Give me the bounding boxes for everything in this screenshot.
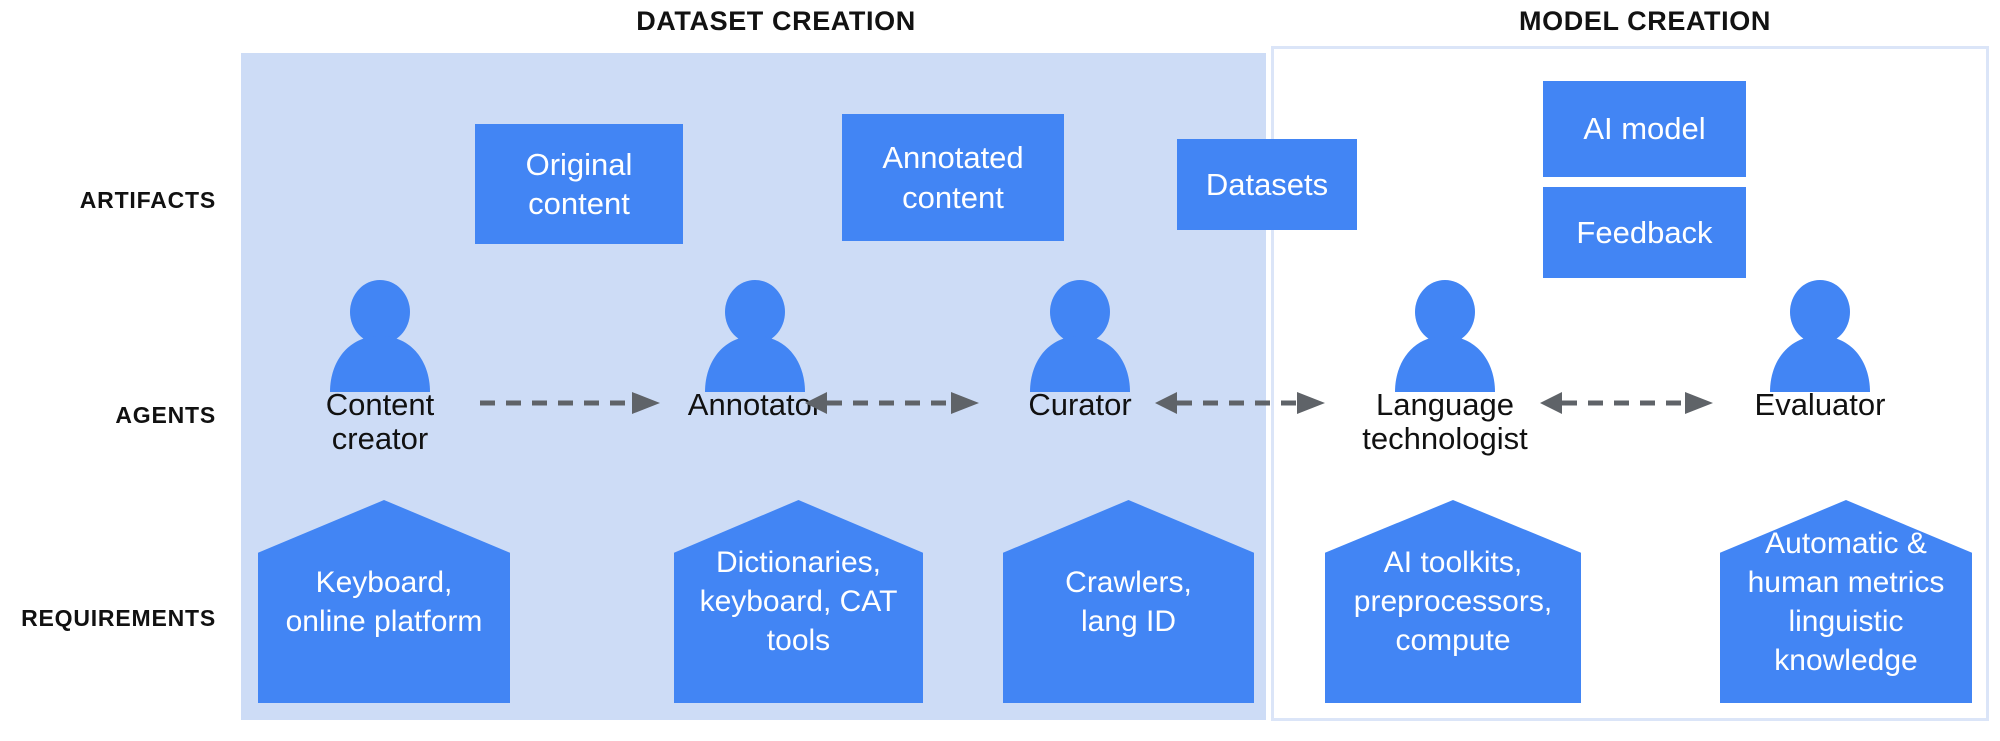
diagram-canvas: DATASET CREATION MODEL CREATION ARTIFACT… — [0, 0, 2000, 741]
artifact-ai-model: AI model — [1543, 81, 1746, 177]
row-label-requirements: REQUIREMENTS — [21, 605, 216, 631]
person-icon — [705, 280, 805, 392]
artifact-feedback: Feedback — [1543, 187, 1746, 278]
agent-label: Evaluator — [1754, 387, 1886, 422]
person-icon — [1030, 280, 1130, 392]
row-label-artifacts: ARTIFACTS — [79, 187, 216, 213]
artifact-original-content: Original content — [475, 124, 683, 244]
arrow-curator-language-technologist — [1155, 392, 1325, 414]
agent-label: Language technologist — [1362, 387, 1528, 456]
agent-language-technologist: Language technologist — [1330, 280, 1560, 456]
row-label-agents: AGENTS — [115, 402, 216, 428]
agent-evaluator: Evaluator — [1705, 280, 1935, 422]
agent-content-creator: Content creator — [265, 280, 495, 456]
arrow-annotator-curator — [805, 392, 979, 414]
person-icon — [330, 280, 430, 392]
arrow-content-creator-to-annotator — [480, 392, 660, 414]
person-icon — [1770, 280, 1870, 392]
dataset-creation-title: DATASET CREATION — [636, 6, 916, 36]
person-icon — [1395, 280, 1495, 392]
arrow-language-technologist-evaluator — [1540, 392, 1713, 414]
artifact-datasets: Datasets — [1177, 139, 1357, 230]
model-creation-title: MODEL CREATION — [1519, 6, 1771, 36]
agent-label: Content creator — [325, 387, 435, 456]
artifact-annotated-content: Annotated content — [842, 114, 1064, 241]
